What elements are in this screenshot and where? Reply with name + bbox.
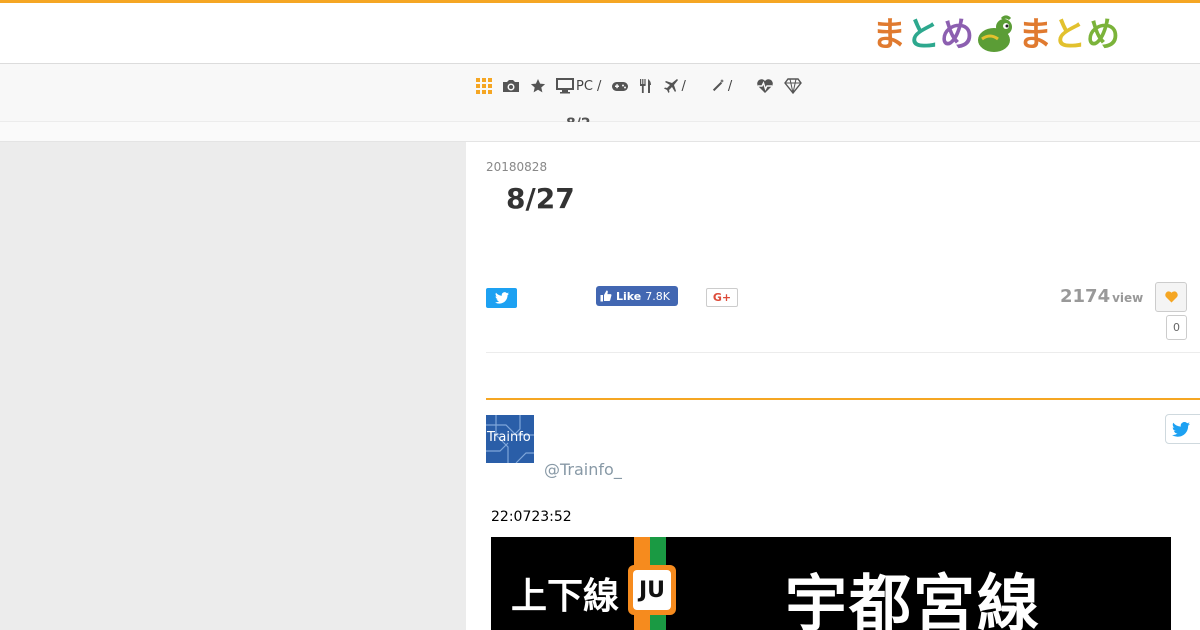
nav-item-pc[interactable]: PC / xyxy=(556,76,601,96)
logo-char-2: と xyxy=(906,15,940,55)
utensils-icon xyxy=(640,79,652,93)
nav-item-beauty-label: / xyxy=(727,78,733,94)
nav-item-food[interactable] xyxy=(639,76,653,96)
nav-item-photo[interactable] xyxy=(502,76,520,96)
twitter-icon xyxy=(494,292,509,304)
facebook-like-button[interactable]: Like 7.8K xyxy=(596,286,678,306)
favorite-button[interactable] xyxy=(1155,282,1187,312)
gem-icon xyxy=(784,78,803,94)
logo-char-6: め xyxy=(1086,15,1120,55)
nav-item-games[interactable] xyxy=(611,76,629,96)
logo-char-5: と xyxy=(1052,15,1086,55)
site-logo[interactable]: ま と め ま と め xyxy=(872,13,1120,57)
nav-item-health[interactable] xyxy=(756,76,774,96)
nav-item-travel-label: / xyxy=(681,78,686,94)
twitter-follow-button[interactable] xyxy=(1165,414,1200,444)
line-code: JU xyxy=(633,570,671,610)
nav-bottom-strip xyxy=(0,122,1200,142)
star-icon xyxy=(530,79,546,93)
view-unit: view xyxy=(1112,291,1144,305)
view-count: 2174 xyxy=(1060,286,1111,307)
line-code-badge: JU xyxy=(628,565,676,615)
tweet-handle[interactable]: @Trainfo_ xyxy=(544,460,622,479)
category-icon-bar: PC / / / xyxy=(476,76,812,96)
article-title: 8/27 xyxy=(506,182,575,215)
category-nav: PC / / / xyxy=(0,64,1200,132)
logo-char-3: め xyxy=(940,15,974,55)
tweet-time: 22:0723:52 xyxy=(491,509,572,525)
logo-char-1: ま xyxy=(872,15,906,55)
monitor-icon xyxy=(556,78,574,94)
article-main: 20180828 8/27 Like 7.8K G+ 2174 view 0 T… xyxy=(466,142,1200,630)
divider xyxy=(486,352,1200,353)
magic-wand-icon xyxy=(712,79,724,92)
favorite-count: 0 xyxy=(1166,315,1187,340)
section-divider xyxy=(486,398,1200,400)
tweet-image-direction: 上下線 xyxy=(511,576,620,617)
mascot-icon xyxy=(978,15,1012,52)
tweet-image-line-name: 宇都宮線 xyxy=(785,567,1042,630)
left-sidebar xyxy=(0,142,466,630)
nav-item-beauty[interactable]: / xyxy=(710,76,732,96)
plane-icon xyxy=(664,79,679,93)
logo-char-4: ま xyxy=(1018,15,1052,55)
heartbeat-icon xyxy=(757,79,774,93)
nav-item-all[interactable] xyxy=(476,76,492,96)
google-plus-button[interactable]: G+ xyxy=(706,288,738,307)
nav-item-pc-label: PC / xyxy=(576,78,602,94)
tweet-image[interactable]: 上下線 JU 宇都宮線 xyxy=(491,537,1171,630)
nav-item-travel[interactable]: / xyxy=(663,76,686,96)
nav-item-entertainment[interactable] xyxy=(530,76,546,96)
twitter-bird-icon xyxy=(1172,421,1190,437)
gamepad-icon xyxy=(612,82,629,91)
share-bar: Like 7.8K G+ 2174 view 0 xyxy=(486,282,1200,340)
heart-icon xyxy=(1164,291,1178,303)
nav-item-others[interactable] xyxy=(784,76,803,96)
facebook-like-label: Like xyxy=(616,289,642,303)
site-header: ま と め ま と め xyxy=(0,3,1200,64)
tweet-avatar-label: Trainfo xyxy=(487,430,531,445)
twitter-share-button[interactable] xyxy=(486,288,517,308)
camera-icon xyxy=(503,80,519,92)
facebook-like-count: 7.8K xyxy=(645,289,670,303)
grid-icon xyxy=(476,78,492,94)
thumbs-up-icon xyxy=(600,290,612,302)
view-counter: 2174 view xyxy=(1060,286,1143,307)
article-date: 20180828 xyxy=(486,160,548,174)
tweet-avatar[interactable]: Trainfo xyxy=(486,415,534,463)
